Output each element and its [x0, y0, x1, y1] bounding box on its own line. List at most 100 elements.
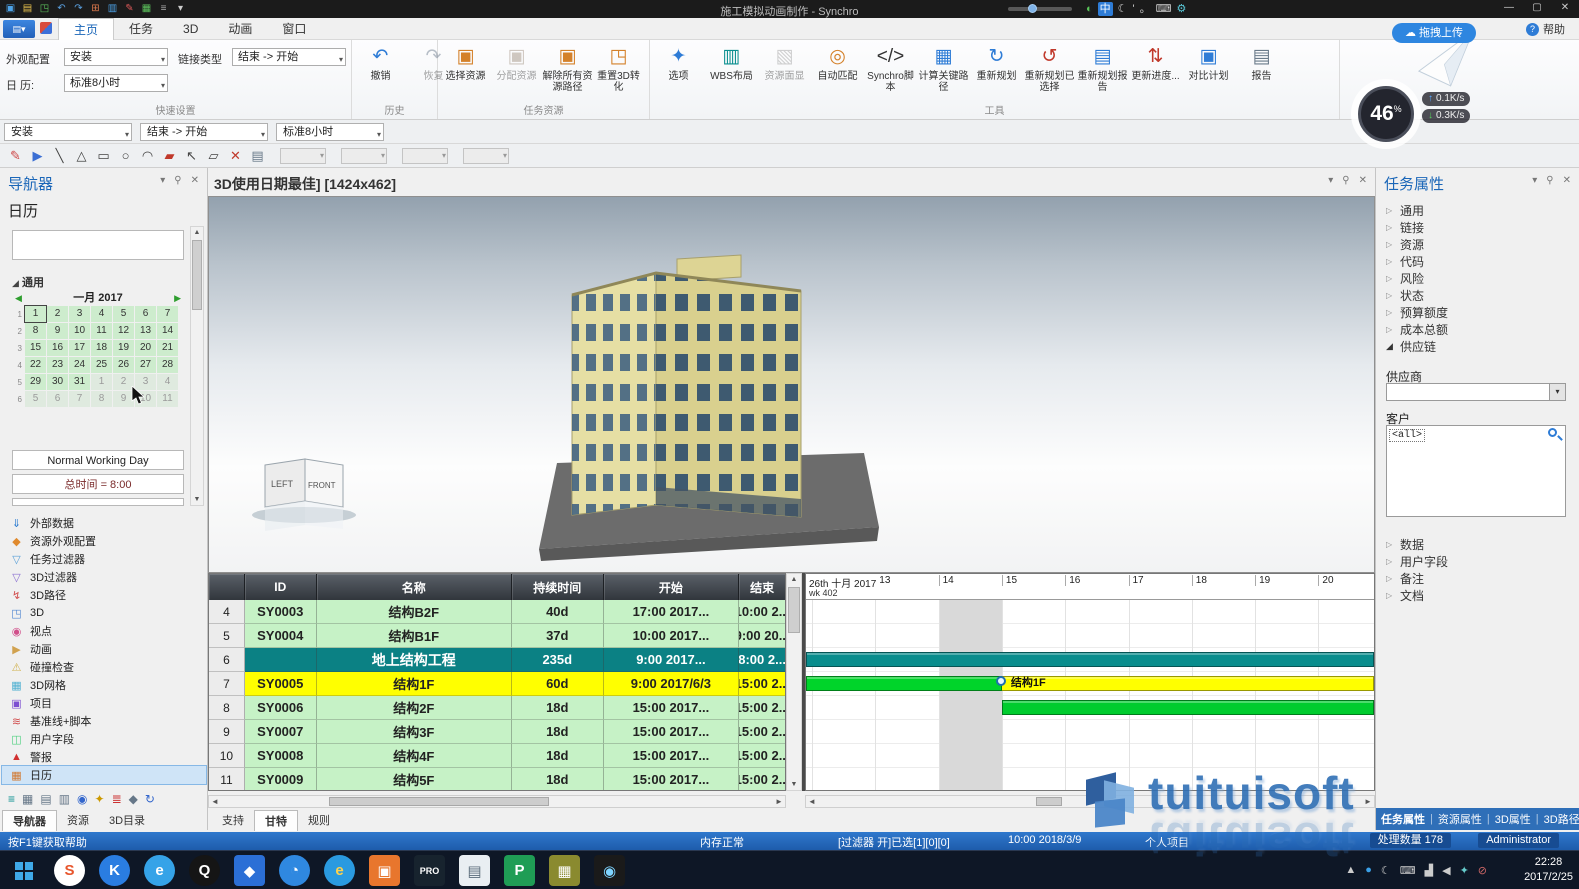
row-number[interactable]: 6 [209, 648, 245, 672]
calendar-day[interactable]: 23 [47, 357, 68, 373]
draw-field-2[interactable]: ▾ [402, 148, 448, 164]
calendar-day[interactable]: 18 [91, 340, 112, 356]
calendar-day[interactable]: 11 [91, 323, 112, 339]
start-button[interactable] [0, 851, 48, 889]
ribbon-tab-3D[interactable]: 3D [168, 18, 213, 40]
property-group-预算额度[interactable]: ▷预算额度 [1380, 304, 1576, 321]
filter-combo-0[interactable]: 安装▾ [4, 123, 132, 141]
calendar-day[interactable]: 4 [157, 374, 178, 390]
calendar-day[interactable]: 19 [113, 340, 134, 356]
property-group-文档[interactable]: ▷文档 [1380, 587, 1576, 604]
search-icon[interactable] [1548, 428, 1563, 443]
calendar-day[interactable]: 26 [113, 357, 134, 373]
table-vscrollbar[interactable]: ▲ ▼ [786, 573, 802, 791]
taskbar-app-10[interactable]: P [504, 855, 535, 886]
calendar-day[interactable]: 5 [25, 391, 46, 407]
ribbon-calendar-combo[interactable]: 标准8小时▾ [64, 74, 168, 92]
next-month-icon[interactable]: ▶ [174, 290, 181, 306]
calendar-day[interactable]: 17 [69, 340, 90, 356]
property-group-备注[interactable]: ▷备注 [1380, 570, 1576, 587]
tool-button-11[interactable]: ▤报告 [1235, 42, 1288, 93]
chevron-down-icon[interactable]: ▾ [160, 176, 165, 186]
draw-tool-5[interactable]: ○ [118, 148, 133, 163]
tray-icon-4[interactable]: ▟ [1425, 864, 1433, 877]
calendar-day[interactable]: 15 [25, 340, 46, 356]
scrollbar-thumb[interactable] [1036, 797, 1062, 806]
taskbar-app-11[interactable]: ▦ [549, 855, 580, 886]
table-hscrollbar[interactable]: ◄ ► [208, 795, 786, 808]
ime-icon-4[interactable]: 。 [1140, 2, 1151, 16]
pin-icon[interactable]: ⚲ [1342, 176, 1349, 186]
nav-tab-资源[interactable]: 资源 [57, 810, 99, 831]
mini-icon-1[interactable]: ▦ [22, 792, 33, 806]
tray-icon-6[interactable]: ✦ [1460, 864, 1469, 877]
taskbar-app-7[interactable]: ▣ [369, 855, 400, 886]
calendar-day[interactable]: 9 [47, 323, 68, 339]
nav-item-碰撞检查[interactable]: ⚠碰撞检查 [2, 658, 206, 676]
calendar-day[interactable]: 16 [47, 340, 68, 356]
tool-button-5[interactable]: ▦计算关键路径 [917, 42, 970, 93]
ribbon-tab-窗口[interactable]: 窗口 [267, 18, 321, 40]
tray-icon-1[interactable]: ● [1365, 864, 1372, 877]
view-tab-甘特[interactable]: 甘特 [254, 810, 298, 831]
mini-icon-8[interactable]: ↻ [145, 792, 155, 806]
tool-button-1[interactable]: ▥WBS布局 [705, 42, 758, 93]
tray-icon-7[interactable]: ⊘ [1478, 864, 1487, 877]
customer-all-item[interactable]: <all> [1389, 429, 1425, 442]
property-group-状态[interactable]: ▷状态 [1380, 287, 1576, 304]
task-row[interactable]: 7SY0005结构1F60d9:00 2017/6/315:00 2... [209, 672, 785, 696]
nav-item-用户字段[interactable]: ◫用户字段 [2, 730, 206, 748]
calendar-day[interactable]: 12 [113, 323, 134, 339]
taskbar-app-3[interactable]: Q [189, 855, 220, 886]
chevron-down-icon[interactable]: ▾ [1532, 176, 1537, 186]
nav-item-3D路径[interactable]: ↯3D路径 [2, 586, 206, 604]
calendar-day[interactable]: 22 [25, 357, 46, 373]
taskbar-app-4[interactable]: ◆ [234, 855, 265, 886]
mini-icon-5[interactable]: ✦ [95, 792, 105, 806]
row-number[interactable]: 11 [209, 768, 245, 791]
close-icon[interactable]: ✕ [191, 176, 199, 186]
row-number[interactable]: 8 [209, 696, 245, 720]
column-header-1[interactable]: ID [245, 574, 317, 600]
link-type-combo[interactable]: 结束 -> 开始▾ [232, 48, 346, 66]
column-header-5[interactable]: 结束 [739, 574, 785, 600]
calendar-day[interactable]: 21 [157, 340, 178, 356]
help-button[interactable]: ?帮助 [1526, 21, 1565, 37]
mini-icon-2[interactable]: ▤ [40, 792, 51, 806]
ime-icon-2[interactable]: ☾ [1118, 2, 1128, 16]
taskbar-app-8[interactable]: PRO [414, 855, 445, 886]
draw-field-3[interactable]: ▾ [463, 148, 509, 164]
close-button[interactable]: ✕ [1551, 0, 1579, 18]
draw-field-1[interactable]: ▾ [341, 148, 387, 164]
row-number[interactable]: 9 [209, 720, 245, 744]
property-group-通用[interactable]: ▷通用 [1380, 202, 1576, 219]
tool-button-2[interactable]: ▧资源面显 [758, 42, 811, 93]
nav-item-外部数据[interactable]: ⇓外部数据 [2, 514, 206, 532]
ime-icon-6[interactable]: ⚙ [1177, 2, 1187, 16]
scrollbar-thumb[interactable] [192, 240, 202, 310]
row-number[interactable]: 5 [209, 624, 245, 648]
3d-viewport[interactable]: LEFT FRONT [208, 196, 1375, 573]
tray-icon-5[interactable]: ◀ [1442, 864, 1450, 877]
taskbar-app-6[interactable]: e [324, 855, 355, 886]
progress-ball-overlay[interactable]: 46% [1358, 86, 1414, 142]
undo-button[interactable]: ↶撤销 [354, 42, 407, 82]
ime-icon-3[interactable]: ' [1133, 2, 1135, 16]
calendar-day[interactable]: 6 [135, 306, 156, 322]
property-group-数据[interactable]: ▷数据 [1380, 536, 1576, 553]
calendar-day[interactable]: 8 [91, 391, 112, 407]
view-cube[interactable]: LEFT FRONT [265, 459, 343, 531]
titlebar-slider[interactable] [1008, 7, 1072, 11]
minimize-button[interactable]: — [1495, 0, 1523, 18]
column-header-4[interactable]: 开始 [604, 574, 740, 600]
tool-button-4[interactable]: </>Synchro脚本 [864, 42, 917, 93]
nav-tab-3D目录[interactable]: 3D目录 [99, 810, 155, 831]
mini-icon-4[interactable]: ◉ [77, 792, 87, 806]
filter-combo-1[interactable]: 结束 -> 开始▾ [140, 123, 268, 141]
calendar-day[interactable]: 6 [47, 391, 68, 407]
draw-tool-4[interactable]: ▭ [96, 148, 111, 164]
filter-combo-2[interactable]: 标准8小时▾ [276, 123, 384, 141]
column-header-3[interactable]: 持续时间 [512, 574, 604, 600]
maximize-button[interactable]: ▢ [1523, 0, 1551, 18]
draw-tool-10[interactable]: ✕ [228, 148, 243, 164]
